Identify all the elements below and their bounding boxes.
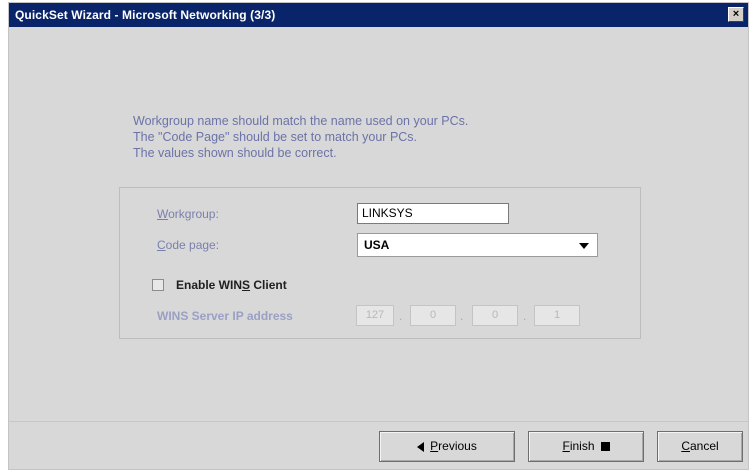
instruction-line: The "Code Page" should be set to match y… [133,130,418,144]
instruction-line: The values shown should be correct. [133,146,337,160]
wins-ip-octet-1[interactable]: 127 [356,305,394,326]
instructions: Workgroup name should match the name use… [133,113,653,161]
workgroup-input[interactable]: LINKSYS [357,203,509,224]
chevron-down-icon [579,243,589,249]
close-icon: × [732,8,740,20]
wins-server-label: WINS Server IP address [157,309,293,323]
codepage-label: Code page: [157,238,220,252]
ip-separator: . [399,309,403,323]
previous-button[interactable]: Previous [379,431,515,462]
window-title: QuickSet Wizard - Microsoft Networking (… [15,8,276,22]
ip-separator: . [460,309,464,323]
ip-separator: . [523,309,527,323]
wins-ip-octet-3[interactable]: 0 [472,305,518,326]
enable-wins-label[interactable]: Enable WINS Client [176,278,287,292]
instruction-line: Workgroup name should match the name use… [133,114,469,128]
cancel-button[interactable]: Cancel [657,431,743,462]
finish-button[interactable]: Finish [528,431,644,462]
workgroup-label: Workgroup: [157,207,219,221]
wizard-window: QuickSet Wizard - Microsoft Networking (… [8,2,749,470]
close-button[interactable]: × [728,7,744,22]
button-separator [9,421,748,422]
wins-ip-octet-4[interactable]: 1 [534,305,580,326]
arrow-left-icon [417,441,425,452]
codepage-select[interactable]: USA [357,233,598,257]
wins-ip-octet-2[interactable]: 0 [410,305,456,326]
codepage-value: USA [364,238,390,252]
enable-wins-checkbox[interactable] [152,279,164,291]
settings-group: Workgroup: LINKSYS Code page: USA Enable… [119,187,641,339]
title-bar[interactable]: QuickSet Wizard - Microsoft Networking (… [9,3,748,27]
stop-square-icon [600,442,610,452]
